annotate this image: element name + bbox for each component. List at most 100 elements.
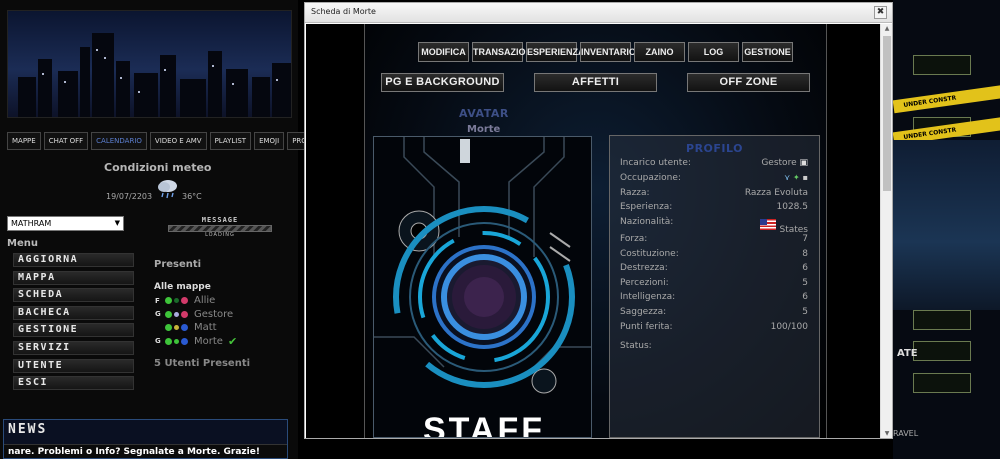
travel-label: RAVEL bbox=[893, 429, 919, 438]
under-construction-tape: UNDER CONSTR bbox=[893, 83, 1000, 114]
menu-item-bacheca[interactable]: BACHECA bbox=[13, 305, 134, 320]
profile-key: Occupazione: bbox=[620, 173, 681, 183]
nav-mappe-button[interactable]: MAPPE bbox=[7, 132, 41, 150]
nav-playlist-button[interactable]: PLAYLIST bbox=[209, 132, 252, 150]
character-sheet: MODIFICA TRANSAZIONI ESPERIENZA INVENTAR… bbox=[364, 24, 827, 438]
profile-key: Destrezza: bbox=[620, 263, 668, 273]
location-select-value: MATHRAM bbox=[11, 219, 52, 228]
message-subtitle: LOADING bbox=[205, 232, 235, 238]
right-button-label: ATE bbox=[897, 348, 918, 359]
tab-off-zone[interactable]: OFF ZONE bbox=[687, 73, 810, 92]
profile-row-status: Status: bbox=[620, 341, 808, 353]
character-sheet-dialog: Scheda di Morte ✖ MODIFICA TRANSAZIONI E… bbox=[304, 2, 893, 439]
list-item[interactable]: F Allie bbox=[155, 294, 237, 308]
presenti-count: 5 Utenti Presenti bbox=[154, 358, 251, 369]
gender-icon bbox=[181, 297, 188, 305]
nav-calendario-button[interactable]: CALENDARIO bbox=[91, 132, 147, 150]
menu-item-utente[interactable]: UTENTE bbox=[13, 358, 134, 373]
tab-affetti[interactable]: AFFETTI bbox=[534, 73, 657, 92]
user-name[interactable]: Gestore bbox=[194, 309, 233, 320]
avatar-image: STAFF bbox=[373, 136, 592, 438]
scroll-up-icon[interactable]: ▲ bbox=[881, 25, 893, 32]
us-flag-icon bbox=[760, 219, 777, 230]
user-flag: G bbox=[155, 337, 161, 346]
profile-key: Costituzione: bbox=[620, 249, 679, 259]
gender-icon bbox=[181, 324, 188, 332]
news-panel: NEWS nare. Problemi o Info? Segnalate a … bbox=[3, 419, 288, 459]
profile-key: Punti ferita: bbox=[620, 322, 673, 332]
presenti-title: Presenti bbox=[154, 259, 202, 270]
tab-zaino[interactable]: ZAINO bbox=[634, 42, 685, 62]
tab-transazioni[interactable]: TRANSAZIONI bbox=[472, 42, 535, 62]
status-icon bbox=[174, 298, 179, 304]
nav-video-button[interactable]: VIDEO E AMV bbox=[149, 132, 207, 150]
status-icon bbox=[174, 338, 179, 344]
close-icon[interactable]: ✖ bbox=[874, 6, 887, 19]
scrollbar-thumb[interactable] bbox=[883, 36, 891, 191]
tab-inventario[interactable]: INVENTARIO bbox=[580, 42, 636, 62]
left-panel: MAPPE CHAT OFF CALENDARIO VIDEO E AMV PL… bbox=[0, 0, 379, 459]
online-icon bbox=[165, 337, 172, 345]
profile-value: 7 bbox=[802, 234, 808, 244]
tab-log[interactable]: LOG bbox=[688, 42, 739, 62]
tab-esperienza[interactable]: ESPERIENZA bbox=[526, 42, 585, 62]
profile-value: Razza Evoluta bbox=[744, 188, 808, 198]
news-title: NEWS bbox=[8, 422, 48, 437]
profile-value: States bbox=[760, 219, 808, 235]
profile-row-saggezza: Saggezza: 5 bbox=[620, 307, 808, 319]
status-icon bbox=[174, 311, 179, 317]
menu-item-mappa[interactable]: MAPPA bbox=[13, 270, 134, 285]
menu-item-aggiorna[interactable]: AGGIORNA bbox=[13, 253, 134, 267]
tab-gestione[interactable]: GESTIONE bbox=[742, 42, 793, 62]
meteo-temperature: 36°C bbox=[182, 192, 202, 201]
location-select[interactable]: MATHRAM ▼ bbox=[7, 216, 124, 231]
dialog-titlebar[interactable]: Scheda di Morte ✖ bbox=[305, 3, 892, 23]
presenti-list: F Allie G Gestore Matt G Morte ✔ bbox=[155, 294, 237, 348]
menu-item-servizi[interactable]: SERVIZI bbox=[13, 340, 134, 355]
menu-item-scheda[interactable]: SCHEDA bbox=[13, 288, 134, 303]
dialog-content: MODIFICA TRANSAZIONI ESPERIENZA INVENTAR… bbox=[306, 24, 880, 438]
user-name[interactable]: Morte bbox=[194, 336, 223, 347]
right-button[interactable] bbox=[913, 373, 971, 393]
profile-value: 6 bbox=[802, 292, 808, 302]
main-menu: AGGIORNA MAPPA SCHEDA BACHECA GESTIONE S… bbox=[13, 253, 134, 394]
right-button[interactable] bbox=[913, 310, 971, 330]
menu-item-esci[interactable]: ESCI bbox=[13, 376, 134, 391]
profile-panel: PROFILO Incarico utente: Gestore ▣ Occup… bbox=[609, 135, 820, 438]
profile-key: Esperienza: bbox=[620, 202, 673, 212]
list-item[interactable]: G Morte ✔ bbox=[155, 335, 237, 349]
profile-row-forza: Forza: 7 bbox=[620, 234, 808, 246]
profile-key: Status: bbox=[620, 341, 652, 351]
tab-modifica[interactable]: MODIFICA bbox=[418, 42, 469, 62]
profile-value: 5 bbox=[802, 307, 808, 317]
profile-row-esperienza: Esperienza: 1028.5 bbox=[620, 202, 808, 214]
wings-icon: ⋎ bbox=[784, 173, 791, 182]
menu-item-gestione[interactable]: GESTIONE bbox=[13, 323, 134, 338]
message-title: MESSAGE bbox=[201, 216, 239, 224]
right-button[interactable] bbox=[913, 341, 971, 361]
online-icon bbox=[165, 324, 172, 332]
profile-row-razza: Razza: Razza Evoluta bbox=[620, 188, 808, 200]
profile-value: 100/100 bbox=[770, 322, 808, 332]
tab-pg-background[interactable]: PG E BACKGROUND bbox=[381, 73, 504, 92]
list-item[interactable]: Matt bbox=[155, 321, 237, 335]
nav-chat-off-button[interactable]: CHAT OFF bbox=[43, 132, 89, 150]
user-name[interactable]: Allie bbox=[194, 295, 215, 306]
right-button[interactable] bbox=[913, 55, 971, 75]
nav-emoji-button[interactable]: EMOJI bbox=[254, 132, 285, 150]
avatar-name: Morte bbox=[467, 124, 501, 135]
dialog-scrollbar[interactable]: ▲ ▼ bbox=[880, 24, 892, 438]
online-icon bbox=[165, 297, 172, 305]
leaf-icon: ✦ bbox=[793, 173, 800, 182]
profile-key: Nazionalità: bbox=[620, 217, 674, 227]
profile-title: PROFILO bbox=[686, 142, 743, 155]
status-icon bbox=[174, 325, 179, 331]
scroll-down-icon[interactable]: ▼ bbox=[881, 430, 893, 437]
list-item[interactable]: G Gestore bbox=[155, 308, 237, 322]
user-name[interactable]: Matt bbox=[194, 322, 217, 333]
profile-key: Percezioni: bbox=[620, 278, 669, 288]
sheet-tabs-primary: MODIFICA TRANSAZIONI ESPERIENZA INVENTAR… bbox=[418, 42, 793, 62]
profile-key: Razza: bbox=[620, 188, 650, 198]
profile-key: Incarico utente: bbox=[620, 158, 691, 168]
gender-icon bbox=[181, 337, 188, 345]
